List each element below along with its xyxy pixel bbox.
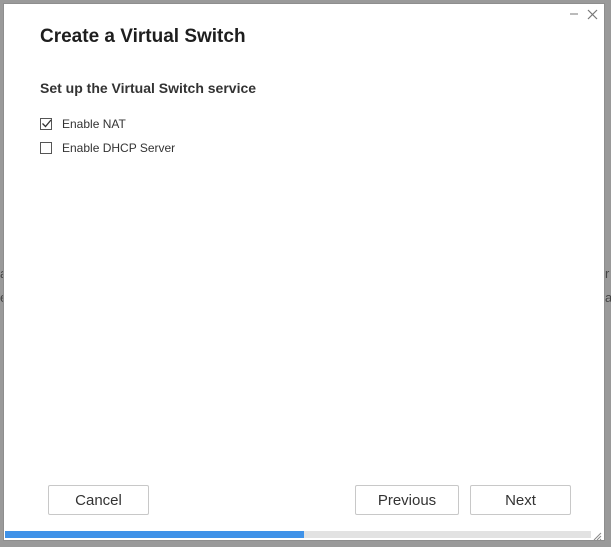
enable-nat-label: Enable NAT — [62, 117, 126, 131]
wizard-progress-bar — [5, 531, 591, 538]
enable-nat-option[interactable]: Enable NAT — [40, 117, 126, 131]
backdrop-text-right-2: a — [605, 290, 611, 305]
close-icon[interactable] — [586, 8, 598, 20]
section-subtitle: Set up the Virtual Switch service — [40, 80, 257, 96]
cancel-button[interactable]: Cancel — [48, 485, 149, 515]
previous-button[interactable]: Previous — [355, 485, 459, 515]
next-button[interactable]: Next — [470, 485, 571, 515]
enable-nat-checkbox[interactable] — [40, 118, 52, 130]
backdrop-text-right-1: r — [605, 266, 610, 281]
enable-dhcp-server-label: Enable DHCP Server — [62, 141, 176, 155]
enable-dhcp-server-checkbox[interactable] — [40, 142, 52, 154]
wizard-progress-fill — [5, 531, 304, 538]
enable-dhcp-server-option[interactable]: Enable DHCP Server — [40, 141, 175, 155]
checkmark-icon — [42, 119, 52, 128]
resize-grip-icon[interactable] — [592, 528, 602, 541]
minimize-icon[interactable] — [568, 8, 580, 20]
create-virtual-switch-dialog: Create a Virtual Switch Set up the Virtu… — [3, 3, 605, 541]
window-controls — [568, 8, 598, 20]
dialog-title: Create a Virtual Switch — [40, 26, 246, 47]
